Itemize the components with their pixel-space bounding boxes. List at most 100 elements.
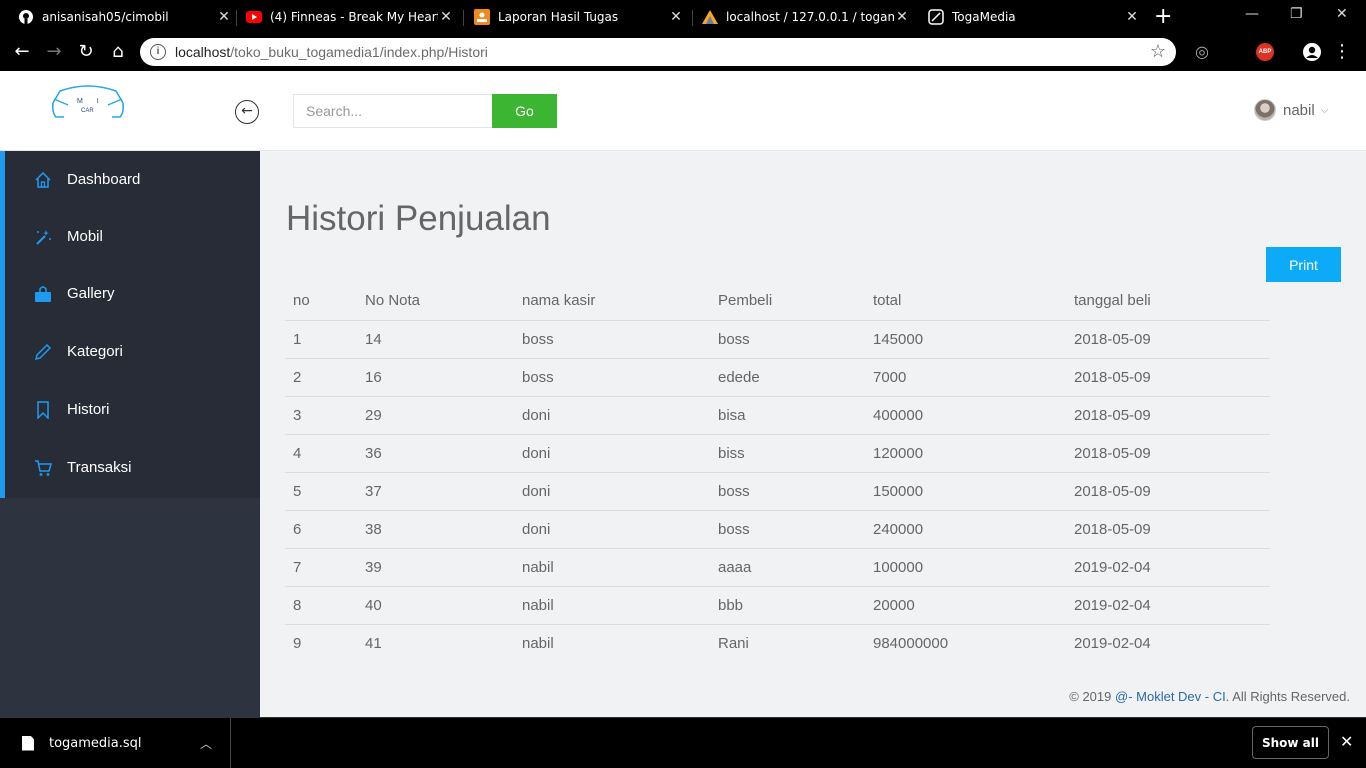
logo-text-bottom: CAR [81, 108, 94, 114]
restore-icon[interactable]: ❐ [1290, 6, 1303, 22]
footer-link[interactable]: @- Moklet Dev - CI [1115, 689, 1226, 704]
table-cell: 2019-02-04 [1066, 548, 1270, 587]
table-cell: 4 [285, 434, 357, 473]
close-tab-icon[interactable]: ✕ [668, 9, 684, 25]
close-tab-icon[interactable]: ✕ [1124, 9, 1140, 25]
table-body: 1 14 boss boss 145000 2018-05-09 2 16 boss edede 7… [285, 320, 1270, 662]
table-cell: 150000 [865, 472, 1066, 511]
table-cell: 2018-05-09 [1066, 320, 1270, 359]
tab-laporan[interactable]: Laporan Hasil Tugas ✕ [474, 0, 684, 34]
leaf-icon [928, 9, 944, 25]
adblock-icon[interactable]: ABP [1256, 43, 1274, 61]
chevron-down-icon: ⌵ [1320, 104, 1329, 116]
close-tab-icon[interactable]: ✕ [216, 9, 232, 25]
table-row: 3 29 doni bisa 400000 2018-05-09 [285, 396, 1270, 435]
column-header: no [285, 281, 357, 321]
footer-rights: . All Rights Reserved. [1225, 689, 1350, 704]
tab-phpmyadmin[interactable]: localhost / 127.0.0.1 / togamec ✕ [702, 0, 910, 34]
sidebar-item-dashboard[interactable]: Dashboard [5, 151, 260, 208]
footer: © 2019 @- Moklet Dev - CI. All Rights Re… [1069, 689, 1350, 704]
forward-arrow-icon[interactable]: → [42, 40, 66, 64]
tab-title: localhost / 127.0.0.1 / togamec [726, 10, 894, 24]
site-info-icon[interactable]: i [150, 44, 166, 60]
back-circle-icon[interactable]: ← [235, 100, 259, 124]
address-bar[interactable]: i localhost/toko_buku_togamedia1/index.p… [140, 38, 1176, 66]
user-menu[interactable]: nabil ⌵ [1254, 99, 1328, 121]
go-button[interactable]: Go [492, 94, 557, 128]
table-cell: 20000 [865, 586, 1066, 625]
tab-youtube[interactable]: (4) Finneas - Break My Heart A ✕ [246, 0, 454, 34]
sidebar-item-label: Kategori [67, 343, 123, 360]
table-cell: doni [514, 434, 710, 473]
bookmark-star-icon[interactable]: ☆ [1150, 41, 1166, 62]
tab-github[interactable]: anisanisah05/cimobil ✕ [18, 0, 232, 34]
table-cell: 14 [357, 320, 514, 359]
reload-icon[interactable]: ↻ [74, 40, 98, 64]
table-cell: 41 [365, 634, 382, 652]
table-cell: 3 [285, 396, 357, 435]
extension-icon[interactable]: ◎ [1190, 40, 1214, 64]
table-cell: 16 [357, 358, 514, 397]
tab-title: TogaMedia [952, 10, 1016, 24]
print-button[interactable]: Print [1266, 247, 1341, 282]
table-row: 4 36 doni biss 120000 2018-05-09 [285, 434, 1270, 473]
page-title: Histori Penjualan [286, 199, 551, 238]
table-cell: 9 [293, 634, 302, 652]
sidebar-item-histori[interactable]: Histori [5, 381, 260, 438]
url-text[interactable]: localhost/toko_buku_togamedia1/index.php… [175, 44, 488, 60]
sidebar-item-transaksi[interactable]: Transaksi [5, 439, 260, 496]
back-arrow-icon[interactable]: ← [10, 40, 34, 64]
chevron-up-icon[interactable]: ︿ [200, 735, 212, 752]
table-cell: 40 [357, 586, 514, 625]
show-all-button[interactable]: Show all [1252, 726, 1329, 759]
avatar [1254, 99, 1276, 121]
table-cell: 2018-05-09 [1066, 396, 1270, 435]
shopping-bag-icon [33, 284, 53, 304]
column-header: tanggal beli [1066, 281, 1270, 321]
browser-tab-strip: anisanisah05/cimobil ✕ (4) Finneas - Bre… [0, 0, 1366, 34]
table-row: 6 38 doni boss 240000 2018-05-09 [285, 510, 1270, 549]
sidebar-item-label: Histori [67, 401, 110, 418]
table-cell: 1 [285, 320, 357, 359]
table-cell: nabil [514, 586, 710, 625]
sidebar-item-gallery[interactable]: Gallery [5, 265, 260, 322]
table-cell: 5 [285, 472, 357, 511]
table-cell: edede [710, 358, 865, 397]
sidebar-item-kategori[interactable]: Kategori [5, 323, 260, 380]
menu-dots-icon[interactable]: ⋮ [1330, 40, 1354, 64]
close-download-bar-icon[interactable]: ✕ [1340, 732, 1353, 751]
table-row: 8 40 nabil bbb 20000 2019-02-04 [285, 586, 1270, 625]
table-cell: 2018-05-09 [1066, 510, 1270, 549]
table-row: 7 39 nabil aaaa 100000 2019-02-04 [285, 548, 1270, 587]
column-header: total [865, 281, 1066, 321]
table-cell: boss [710, 472, 865, 511]
home-page-icon[interactable]: ⌂ [106, 40, 130, 64]
search-input[interactable] [293, 94, 493, 128]
sidebar-menu: Dashboard Mobil Gallery Kategori Histori… [0, 151, 260, 498]
close-window-icon[interactable]: ✕ [1336, 6, 1348, 22]
main-content: Histori Penjualan Print no No Nota nama … [260, 151, 1366, 717]
table-cell: 2019-02-04 [1074, 634, 1151, 652]
table-cell: 145000 [865, 320, 1066, 359]
column-header: nama kasir [514, 281, 710, 321]
column-header: Pembeli [710, 281, 865, 321]
table-cell: biss [710, 434, 865, 473]
download-item[interactable]: togamedia.sql ︿ [0, 718, 231, 768]
mi-car-logo[interactable]: M I CAR [50, 83, 126, 123]
tab-togamedia[interactable]: TogaMedia ✕ [928, 0, 1140, 34]
close-tab-icon[interactable]: ✕ [894, 9, 910, 25]
close-tab-icon[interactable]: ✕ [438, 9, 454, 25]
sidebar-item-mobil[interactable]: Mobil [5, 208, 260, 265]
table-row: 9 41 nabil Rani 984000000 2019-02-04 [285, 624, 1270, 662]
table-cell: 29 [357, 396, 514, 435]
minimize-icon[interactable]: — [1245, 6, 1259, 22]
user-name: nabil [1283, 101, 1315, 119]
profile-icon[interactable] [1300, 40, 1324, 64]
app-header: M I CAR ← Go nabil ⌵ [0, 71, 1366, 151]
table-cell: Rani [718, 634, 749, 652]
web-page: M I CAR ← Go nabil ⌵ Dashboard Mobil [0, 71, 1366, 717]
new-tab-icon[interactable]: + [1154, 4, 1172, 29]
table-cell: doni [514, 396, 710, 435]
logo-text-top: M I [77, 98, 105, 105]
table-cell: aaaa [710, 548, 865, 587]
